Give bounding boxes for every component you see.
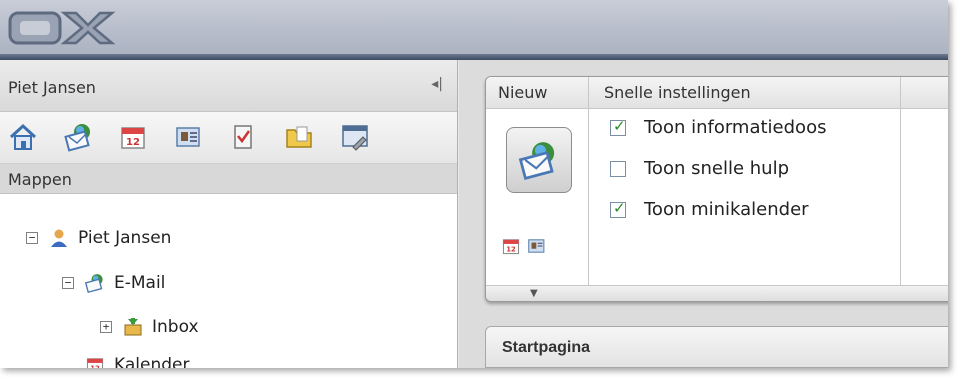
right-panel: Nieuw Snelle instellingen 12 ✓ Toon info… xyxy=(459,60,948,368)
email-icon xyxy=(518,142,555,181)
expand-ribbon-icon[interactable]: ▼ xyxy=(530,288,538,299)
tree-item-label: Piet Jansen xyxy=(78,228,172,248)
user-name: Piet Jansen xyxy=(8,78,96,97)
startpage-title: Startpagina xyxy=(502,339,591,356)
svg-text:12: 12 xyxy=(90,365,100,369)
left-panel: Piet Jansen ◂| 12 Mappen − Piet Jansen −… xyxy=(0,60,458,368)
new-contact-icon[interactable] xyxy=(526,235,548,257)
collapse-toggle[interactable]: − xyxy=(62,277,74,289)
tree-item-email[interactable]: − E-Mail xyxy=(62,268,165,298)
folder-icon[interactable] xyxy=(282,120,316,154)
email-icon xyxy=(84,272,106,294)
check-icon: ✓ xyxy=(613,198,626,217)
ribbon-divider xyxy=(588,77,589,301)
tab-new[interactable]: Nieuw xyxy=(498,83,547,102)
folders-section-label: Mappen xyxy=(8,170,72,189)
checkbox[interactable] xyxy=(610,160,626,177)
tree-item-user[interactable]: − Piet Jansen xyxy=(26,223,171,253)
startpage-panel-header: Startpagina xyxy=(485,326,948,368)
option-show-minicalendar[interactable]: ✓ Toon minikalender xyxy=(610,199,809,220)
option-label: Toon informatiedoos xyxy=(644,117,827,138)
tasks-icon[interactable] xyxy=(226,120,260,154)
module-toolbar: 12 xyxy=(0,112,457,164)
top-bar xyxy=(0,0,948,60)
new-item-icons: 12 xyxy=(500,235,548,257)
home-icon[interactable] xyxy=(6,120,40,154)
option-label: Toon minikalender xyxy=(644,199,809,220)
app-window: Piet Jansen ◂| 12 Mappen − Piet Jansen −… xyxy=(0,0,948,368)
settings-icon[interactable] xyxy=(338,120,372,154)
checkbox[interactable]: ✓ xyxy=(610,198,626,218)
option-label: Toon snelle hulp xyxy=(644,158,789,179)
tree-item-inbox[interactable]: + Inbox xyxy=(100,312,199,342)
ribbon-divider xyxy=(900,77,901,301)
tree-item-label: Inbox xyxy=(152,317,199,337)
expand-toggle[interactable]: + xyxy=(100,321,112,333)
collapse-panel-icon[interactable]: ◂| xyxy=(431,76,443,92)
user-icon xyxy=(48,227,70,249)
ribbon-footer: ▼ xyxy=(486,285,948,301)
calendar-icon: 12 xyxy=(84,354,106,368)
tree-item-label: Kalender xyxy=(114,355,190,368)
check-icon: ✓ xyxy=(613,116,626,135)
svg-text:12: 12 xyxy=(126,137,140,148)
option-show-quick-help[interactable]: Toon snelle hulp xyxy=(610,158,789,179)
ribbon-header: Nieuw Snelle instellingen xyxy=(486,77,948,109)
option-show-infobox[interactable]: ✓ Toon informatiedoos xyxy=(610,117,826,138)
inbox-icon xyxy=(122,316,144,338)
tree-item-label: E-Mail xyxy=(114,273,166,293)
contacts-icon[interactable] xyxy=(172,120,206,154)
tree-item-calendar[interactable]: 12 Kalender xyxy=(84,350,189,368)
new-email-button[interactable] xyxy=(506,127,572,193)
folders-section-header: Mappen xyxy=(0,164,457,194)
new-appointment-icon[interactable]: 12 xyxy=(500,235,522,257)
user-bar: Piet Jansen ◂| xyxy=(0,60,457,112)
email-icon[interactable] xyxy=(62,120,96,154)
svg-text:12: 12 xyxy=(506,246,516,254)
ribbon: Nieuw Snelle instellingen 12 ✓ Toon info… xyxy=(485,76,948,302)
calendar-icon[interactable]: 12 xyxy=(116,120,150,154)
collapse-toggle[interactable]: − xyxy=(26,232,38,244)
ox-logo xyxy=(8,11,116,45)
checkbox[interactable]: ✓ xyxy=(610,116,626,136)
tab-quick-settings[interactable]: Snelle instellingen xyxy=(604,83,751,102)
